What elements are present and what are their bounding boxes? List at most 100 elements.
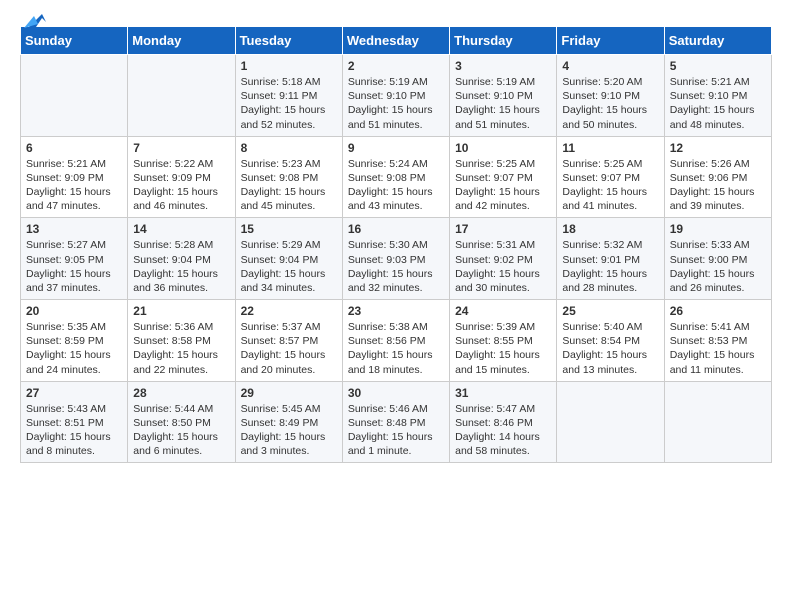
day-number: 12 — [670, 141, 766, 155]
calendar-cell: 7 Sunrise: 5:22 AMSunset: 9:09 PMDaylight… — [128, 136, 235, 218]
calendar-cell: 6 Sunrise: 5:21 AMSunset: 9:09 PMDaylight… — [21, 136, 128, 218]
column-header-thursday: Thursday — [450, 27, 557, 55]
day-number: 7 — [133, 141, 229, 155]
calendar-cell — [128, 55, 235, 137]
cell-content: Sunrise: 5:29 AMSunset: 9:04 PMDaylight:… — [241, 239, 326, 294]
day-number: 29 — [241, 386, 337, 400]
calendar-cell: 11 Sunrise: 5:25 AMSunset: 9:07 PMDayligh… — [557, 136, 664, 218]
cell-content: Sunrise: 5:45 AMSunset: 8:49 PMDaylight:… — [241, 403, 326, 458]
calendar-cell: 26 Sunrise: 5:41 AMSunset: 8:53 PMDayligh… — [664, 300, 771, 382]
day-number: 27 — [26, 386, 122, 400]
day-number: 23 — [348, 304, 444, 318]
cell-content: Sunrise: 5:26 AMSunset: 9:06 PMDaylight:… — [670, 158, 755, 213]
cell-content: Sunrise: 5:19 AMSunset: 9:10 PMDaylight:… — [348, 76, 433, 131]
cell-content: Sunrise: 5:30 AMSunset: 9:03 PMDaylight:… — [348, 239, 433, 294]
day-number: 1 — [241, 59, 337, 73]
calendar-cell: 23 Sunrise: 5:38 AMSunset: 8:56 PMDayligh… — [342, 300, 449, 382]
day-number: 16 — [348, 222, 444, 236]
calendar-cell: 31Sunrise: 5:47 AMSunset: 8:46 PMDayligh… — [450, 381, 557, 463]
cell-content: Sunrise: 5:28 AMSunset: 9:04 PMDaylight:… — [133, 239, 218, 294]
day-number: 13 — [26, 222, 122, 236]
cell-content: Sunrise: 5:21 AMSunset: 9:10 PMDaylight:… — [670, 76, 755, 131]
calendar-cell: 24 Sunrise: 5:39 AMSunset: 8:55 PMDayligh… — [450, 300, 557, 382]
day-number: 2 — [348, 59, 444, 73]
cell-content: Sunrise: 5:18 AMSunset: 9:11 PMDaylight:… — [241, 76, 326, 131]
calendar-cell: 20 Sunrise: 5:35 AMSunset: 8:59 PMDayligh… — [21, 300, 128, 382]
day-number: 24 — [455, 304, 551, 318]
cell-content: Sunrise: 5:25 AMSunset: 9:07 PMDaylight:… — [562, 158, 647, 213]
cell-content: Sunrise: 5:25 AMSunset: 9:07 PMDaylight:… — [455, 158, 540, 213]
cell-content: Sunrise: 5:31 AMSunset: 9:02 PMDaylight:… — [455, 239, 540, 294]
cell-content: Sunrise: 5:47 AMSunset: 8:46 PMDaylight:… — [455, 403, 540, 458]
column-header-monday: Monday — [128, 27, 235, 55]
week-row-1: 1 Sunrise: 5:18 AMSunset: 9:11 PMDaylight… — [21, 55, 772, 137]
column-header-tuesday: Tuesday — [235, 27, 342, 55]
week-row-3: 13 Sunrise: 5:27 AMSunset: 9:05 PMDayligh… — [21, 218, 772, 300]
calendar-cell: 12 Sunrise: 5:26 AMSunset: 9:06 PMDayligh… — [664, 136, 771, 218]
day-number: 21 — [133, 304, 229, 318]
column-header-wednesday: Wednesday — [342, 27, 449, 55]
day-number: 11 — [562, 141, 658, 155]
cell-content: Sunrise: 5:44 AMSunset: 8:50 PMDaylight:… — [133, 403, 218, 458]
calendar-cell: 29 Sunrise: 5:45 AMSunset: 8:49 PMDayligh… — [235, 381, 342, 463]
cell-content: Sunrise: 5:33 AMSunset: 9:00 PMDaylight:… — [670, 239, 755, 294]
calendar-cell: 5 Sunrise: 5:21 AMSunset: 9:10 PMDaylight… — [664, 55, 771, 137]
calendar-cell: 2 Sunrise: 5:19 AMSunset: 9:10 PMDaylight… — [342, 55, 449, 137]
column-header-friday: Friday — [557, 27, 664, 55]
day-number: 20 — [26, 304, 122, 318]
calendar-cell: 1 Sunrise: 5:18 AMSunset: 9:11 PMDaylight… — [235, 55, 342, 137]
calendar-cell: 27 Sunrise: 5:43 AMSunset: 8:51 PMDayligh… — [21, 381, 128, 463]
calendar-header: SundayMondayTuesdayWednesdayThursdayFrid… — [21, 27, 772, 55]
day-number: 26 — [670, 304, 766, 318]
calendar-cell: 16 Sunrise: 5:30 AMSunset: 9:03 PMDayligh… — [342, 218, 449, 300]
cell-content: Sunrise: 5:23 AMSunset: 9:08 PMDaylight:… — [241, 158, 326, 213]
calendar-cell: 13 Sunrise: 5:27 AMSunset: 9:05 PMDayligh… — [21, 218, 128, 300]
column-header-saturday: Saturday — [664, 27, 771, 55]
calendar-cell: 21 Sunrise: 5:36 AMSunset: 8:58 PMDayligh… — [128, 300, 235, 382]
day-number: 22 — [241, 304, 337, 318]
calendar-cell — [664, 381, 771, 463]
day-number: 6 — [26, 141, 122, 155]
cell-content: Sunrise: 5:36 AMSunset: 8:58 PMDaylight:… — [133, 321, 218, 376]
cell-content: Sunrise: 5:35 AMSunset: 8:59 PMDaylight:… — [26, 321, 111, 376]
day-number: 25 — [562, 304, 658, 318]
calendar-cell: 17 Sunrise: 5:31 AMSunset: 9:02 PMDayligh… — [450, 218, 557, 300]
calendar-cell: 15 Sunrise: 5:29 AMSunset: 9:04 PMDayligh… — [235, 218, 342, 300]
day-number: 17 — [455, 222, 551, 236]
cell-content: Sunrise: 5:38 AMSunset: 8:56 PMDaylight:… — [348, 321, 433, 376]
cell-content: Sunrise: 5:21 AMSunset: 9:09 PMDaylight:… — [26, 158, 111, 213]
calendar-cell: 22 Sunrise: 5:37 AMSunset: 8:57 PMDayligh… — [235, 300, 342, 382]
calendar-cell: 25Sunrise: 5:40 AMSunset: 8:54 PMDayligh… — [557, 300, 664, 382]
cell-content: Sunrise: 5:41 AMSunset: 8:53 PMDaylight:… — [670, 321, 755, 376]
cell-content: Sunrise: 5:32 AMSunset: 9:01 PMDaylight:… — [562, 239, 647, 294]
calendar-cell: 3Sunrise: 5:19 AMSunset: 9:10 PMDaylight… — [450, 55, 557, 137]
calendar-cell: 28Sunrise: 5:44 AMSunset: 8:50 PMDayligh… — [128, 381, 235, 463]
cell-content: Sunrise: 5:43 AMSunset: 8:51 PMDaylight:… — [26, 403, 111, 458]
header-row: SundayMondayTuesdayWednesdayThursdayFrid… — [21, 27, 772, 55]
cell-content: Sunrise: 5:39 AMSunset: 8:55 PMDaylight:… — [455, 321, 540, 376]
calendar-cell: 8Sunrise: 5:23 AMSunset: 9:08 PMDaylight… — [235, 136, 342, 218]
cell-content: Sunrise: 5:19 AMSunset: 9:10 PMDaylight:… — [455, 76, 540, 131]
day-number: 30 — [348, 386, 444, 400]
day-number: 10 — [455, 141, 551, 155]
day-number: 18 — [562, 222, 658, 236]
calendar-cell: 14Sunrise: 5:28 AMSunset: 9:04 PMDayligh… — [128, 218, 235, 300]
cell-content: Sunrise: 5:46 AMSunset: 8:48 PMDaylight:… — [348, 403, 433, 458]
cell-content: Sunrise: 5:20 AMSunset: 9:10 PMDaylight:… — [562, 76, 647, 131]
day-number: 9 — [348, 141, 444, 155]
day-number: 5 — [670, 59, 766, 73]
calendar-cell: 4Sunrise: 5:20 AMSunset: 9:10 PMDaylight… — [557, 55, 664, 137]
calendar-cell: 18 Sunrise: 5:32 AMSunset: 9:01 PMDayligh… — [557, 218, 664, 300]
day-number: 15 — [241, 222, 337, 236]
week-row-4: 20 Sunrise: 5:35 AMSunset: 8:59 PMDayligh… — [21, 300, 772, 382]
calendar-cell — [21, 55, 128, 137]
calendar-table: SundayMondayTuesdayWednesdayThursdayFrid… — [20, 26, 772, 463]
calendar-cell: 10 Sunrise: 5:25 AMSunset: 9:07 PMDayligh… — [450, 136, 557, 218]
cell-content: Sunrise: 5:27 AMSunset: 9:05 PMDaylight:… — [26, 239, 111, 294]
day-number: 19 — [670, 222, 766, 236]
cell-content: Sunrise: 5:37 AMSunset: 8:57 PMDaylight:… — [241, 321, 326, 376]
week-row-2: 6 Sunrise: 5:21 AMSunset: 9:09 PMDaylight… — [21, 136, 772, 218]
calendar-cell: 9Sunrise: 5:24 AMSunset: 9:08 PMDaylight… — [342, 136, 449, 218]
cell-content: Sunrise: 5:22 AMSunset: 9:09 PMDaylight:… — [133, 158, 218, 213]
calendar-cell: 30 Sunrise: 5:46 AMSunset: 8:48 PMDayligh… — [342, 381, 449, 463]
